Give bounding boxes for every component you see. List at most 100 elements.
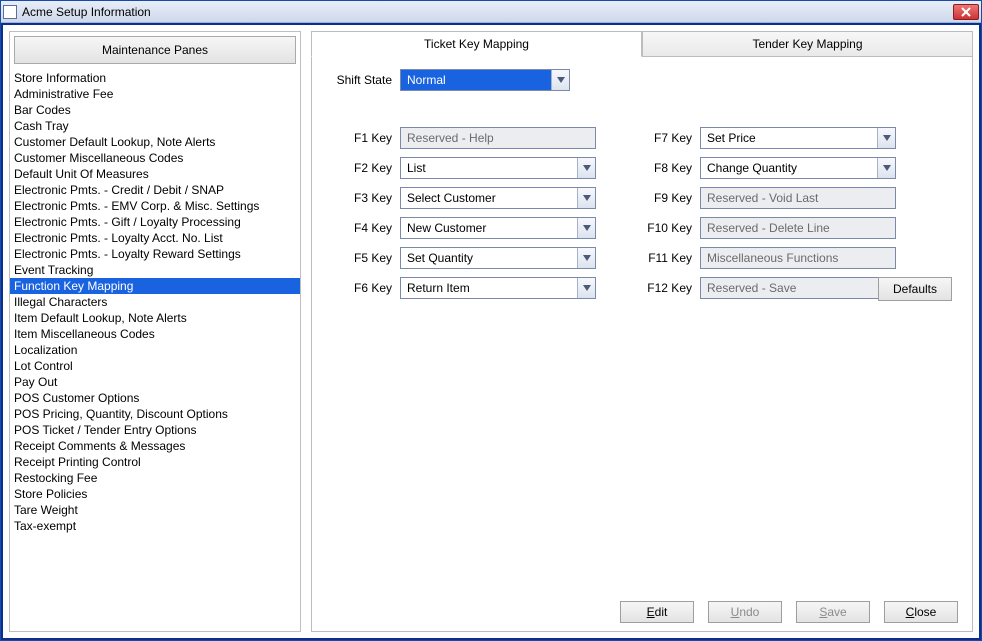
sidebar-item[interactable]: Lot Control bbox=[10, 358, 300, 374]
key-label: F11 Key bbox=[626, 251, 700, 265]
sidebar-item[interactable]: POS Customer Options bbox=[10, 390, 300, 406]
sidebar-item[interactable]: Store Information bbox=[10, 70, 300, 86]
sidebar-item[interactable]: Localization bbox=[10, 342, 300, 358]
key-label: F9 Key bbox=[626, 191, 700, 205]
sidebar-item[interactable]: POS Ticket / Tender Entry Options bbox=[10, 422, 300, 438]
sidebar-item[interactable]: POS Pricing, Quantity, Discount Options bbox=[10, 406, 300, 422]
key-column-left: F1 KeyReserved - Help F2 KeyList F3 KeySel… bbox=[326, 127, 596, 307]
key-select: Reserved - Delete Line bbox=[700, 217, 896, 239]
key-row: F3 KeySelect Customer bbox=[326, 187, 596, 209]
key-label: F5 Key bbox=[326, 251, 400, 265]
key-label: F1 Key bbox=[326, 131, 400, 145]
key-label: F4 Key bbox=[326, 221, 400, 235]
key-value: Set Price bbox=[701, 131, 877, 145]
sidebar-item[interactable]: Item Default Lookup, Note Alerts bbox=[10, 310, 300, 326]
key-label: F2 Key bbox=[326, 161, 400, 175]
sidebar-item[interactable]: Tare Weight bbox=[10, 502, 300, 518]
app-window: Acme Setup Information Maintenance Panes… bbox=[0, 0, 982, 641]
save-button[interactable]: Save bbox=[796, 601, 870, 623]
key-value: Miscellaneous Functions bbox=[701, 251, 895, 265]
sidebar: Maintenance Panes Store InformationAdmin… bbox=[9, 31, 301, 632]
sidebar-item[interactable]: Function Key Mapping bbox=[10, 278, 300, 294]
sidebar-item[interactable]: Receipt Printing Control bbox=[10, 454, 300, 470]
shift-state-label: Shift State bbox=[326, 73, 400, 87]
key-row: F4 KeyNew Customer bbox=[326, 217, 596, 239]
key-select[interactable]: New Customer bbox=[400, 217, 596, 239]
defaults-button[interactable]: Defaults bbox=[878, 277, 952, 301]
key-select: Reserved - Save bbox=[700, 277, 896, 299]
chevron-down-icon bbox=[577, 188, 595, 208]
key-select[interactable]: Select Customer bbox=[400, 187, 596, 209]
close-icon bbox=[961, 7, 971, 17]
key-row: F11 KeyMiscellaneous Functions bbox=[626, 247, 896, 269]
key-value: New Customer bbox=[401, 221, 577, 235]
sidebar-item[interactable]: Tax-exempt bbox=[10, 518, 300, 534]
key-label: F10 Key bbox=[626, 221, 700, 235]
tab-body: Shift State Normal F1 KeyReserved - Help… bbox=[311, 57, 973, 632]
shift-state-select[interactable]: Normal bbox=[400, 69, 570, 91]
key-select[interactable]: List bbox=[400, 157, 596, 179]
bottom-button-bar: Edit Undo Save Close bbox=[620, 601, 958, 623]
key-select[interactable]: Set Quantity bbox=[400, 247, 596, 269]
key-select: Miscellaneous Functions bbox=[700, 247, 896, 269]
key-row: F2 KeyList bbox=[326, 157, 596, 179]
chevron-down-icon bbox=[577, 218, 595, 238]
key-column-right: F7 KeySet Price F8 KeyChange Quantity F9 K… bbox=[626, 127, 896, 307]
key-select[interactable]: Return Item bbox=[400, 277, 596, 299]
sidebar-item[interactable]: Store Policies bbox=[10, 486, 300, 502]
key-select[interactable]: Change Quantity bbox=[700, 157, 896, 179]
key-select[interactable]: Set Price bbox=[700, 127, 896, 149]
close-button[interactable]: Close bbox=[884, 601, 958, 623]
sidebar-item[interactable]: Electronic Pmts. - Credit / Debit / SNAP bbox=[10, 182, 300, 198]
sidebar-item[interactable]: Pay Out bbox=[10, 374, 300, 390]
key-row: F6 KeyReturn Item bbox=[326, 277, 596, 299]
key-label: F3 Key bbox=[326, 191, 400, 205]
sidebar-item[interactable]: Electronic Pmts. - Loyalty Acct. No. Lis… bbox=[10, 230, 300, 246]
chevron-down-icon bbox=[577, 278, 595, 298]
key-row: F1 KeyReserved - Help bbox=[326, 127, 596, 149]
tab[interactable]: Tender Key Mapping bbox=[642, 31, 973, 57]
sidebar-item[interactable]: Receipt Comments & Messages bbox=[10, 438, 300, 454]
key-value: List bbox=[401, 161, 577, 175]
chevron-down-icon bbox=[577, 248, 595, 268]
key-value: Reserved - Help bbox=[401, 131, 595, 145]
key-value: Reserved - Save bbox=[701, 281, 895, 295]
key-row: F8 KeyChange Quantity bbox=[626, 157, 896, 179]
app-icon bbox=[3, 5, 17, 19]
sidebar-item[interactable]: Electronic Pmts. - Loyalty Reward Settin… bbox=[10, 246, 300, 262]
edit-button[interactable]: Edit bbox=[620, 601, 694, 623]
window-close-button[interactable] bbox=[953, 4, 979, 20]
key-label: F6 Key bbox=[326, 281, 400, 295]
tab-strip: Ticket Key MappingTender Key Mapping bbox=[311, 31, 973, 57]
key-value: Select Customer bbox=[401, 191, 577, 205]
sidebar-item[interactable]: Customer Default Lookup, Note Alerts bbox=[10, 134, 300, 150]
sidebar-item[interactable]: Item Miscellaneous Codes bbox=[10, 326, 300, 342]
sidebar-item[interactable]: Restocking Fee bbox=[10, 470, 300, 486]
key-value: Set Quantity bbox=[401, 251, 577, 265]
sidebar-item[interactable]: Event Tracking bbox=[10, 262, 300, 278]
window-title: Acme Setup Information bbox=[22, 5, 151, 19]
sidebar-item[interactable]: Administrative Fee bbox=[10, 86, 300, 102]
key-row: F5 KeySet Quantity bbox=[326, 247, 596, 269]
sidebar-item[interactable]: Bar Codes bbox=[10, 102, 300, 118]
sidebar-item[interactable]: Illegal Characters bbox=[10, 294, 300, 310]
tab[interactable]: Ticket Key Mapping bbox=[311, 31, 642, 57]
sidebar-header: Maintenance Panes bbox=[14, 36, 296, 64]
sidebar-list[interactable]: Store InformationAdministrative FeeBar C… bbox=[10, 68, 300, 631]
shift-state-value: Normal bbox=[401, 73, 551, 87]
sidebar-item[interactable]: Customer Miscellaneous Codes bbox=[10, 150, 300, 166]
sidebar-item[interactable]: Default Unit Of Measures bbox=[10, 166, 300, 182]
key-value: Reserved - Void Last bbox=[701, 191, 895, 205]
sidebar-item[interactable]: Electronic Pmts. - EMV Corp. & Misc. Set… bbox=[10, 198, 300, 214]
key-value: Reserved - Delete Line bbox=[701, 221, 895, 235]
undo-button[interactable]: Undo bbox=[708, 601, 782, 623]
key-select: Reserved - Void Last bbox=[700, 187, 896, 209]
key-row: F7 KeySet Price bbox=[626, 127, 896, 149]
sidebar-item[interactable]: Electronic Pmts. - Gift / Loyalty Proces… bbox=[10, 214, 300, 230]
chevron-down-icon bbox=[877, 128, 895, 148]
sidebar-item[interactable]: Cash Tray bbox=[10, 118, 300, 134]
client-area: Maintenance Panes Store InformationAdmin… bbox=[1, 23, 981, 640]
key-row: F9 KeyReserved - Void Last bbox=[626, 187, 896, 209]
chevron-down-icon bbox=[551, 70, 569, 90]
key-columns: F1 KeyReserved - Help F2 KeyList F3 KeySel… bbox=[326, 127, 958, 307]
